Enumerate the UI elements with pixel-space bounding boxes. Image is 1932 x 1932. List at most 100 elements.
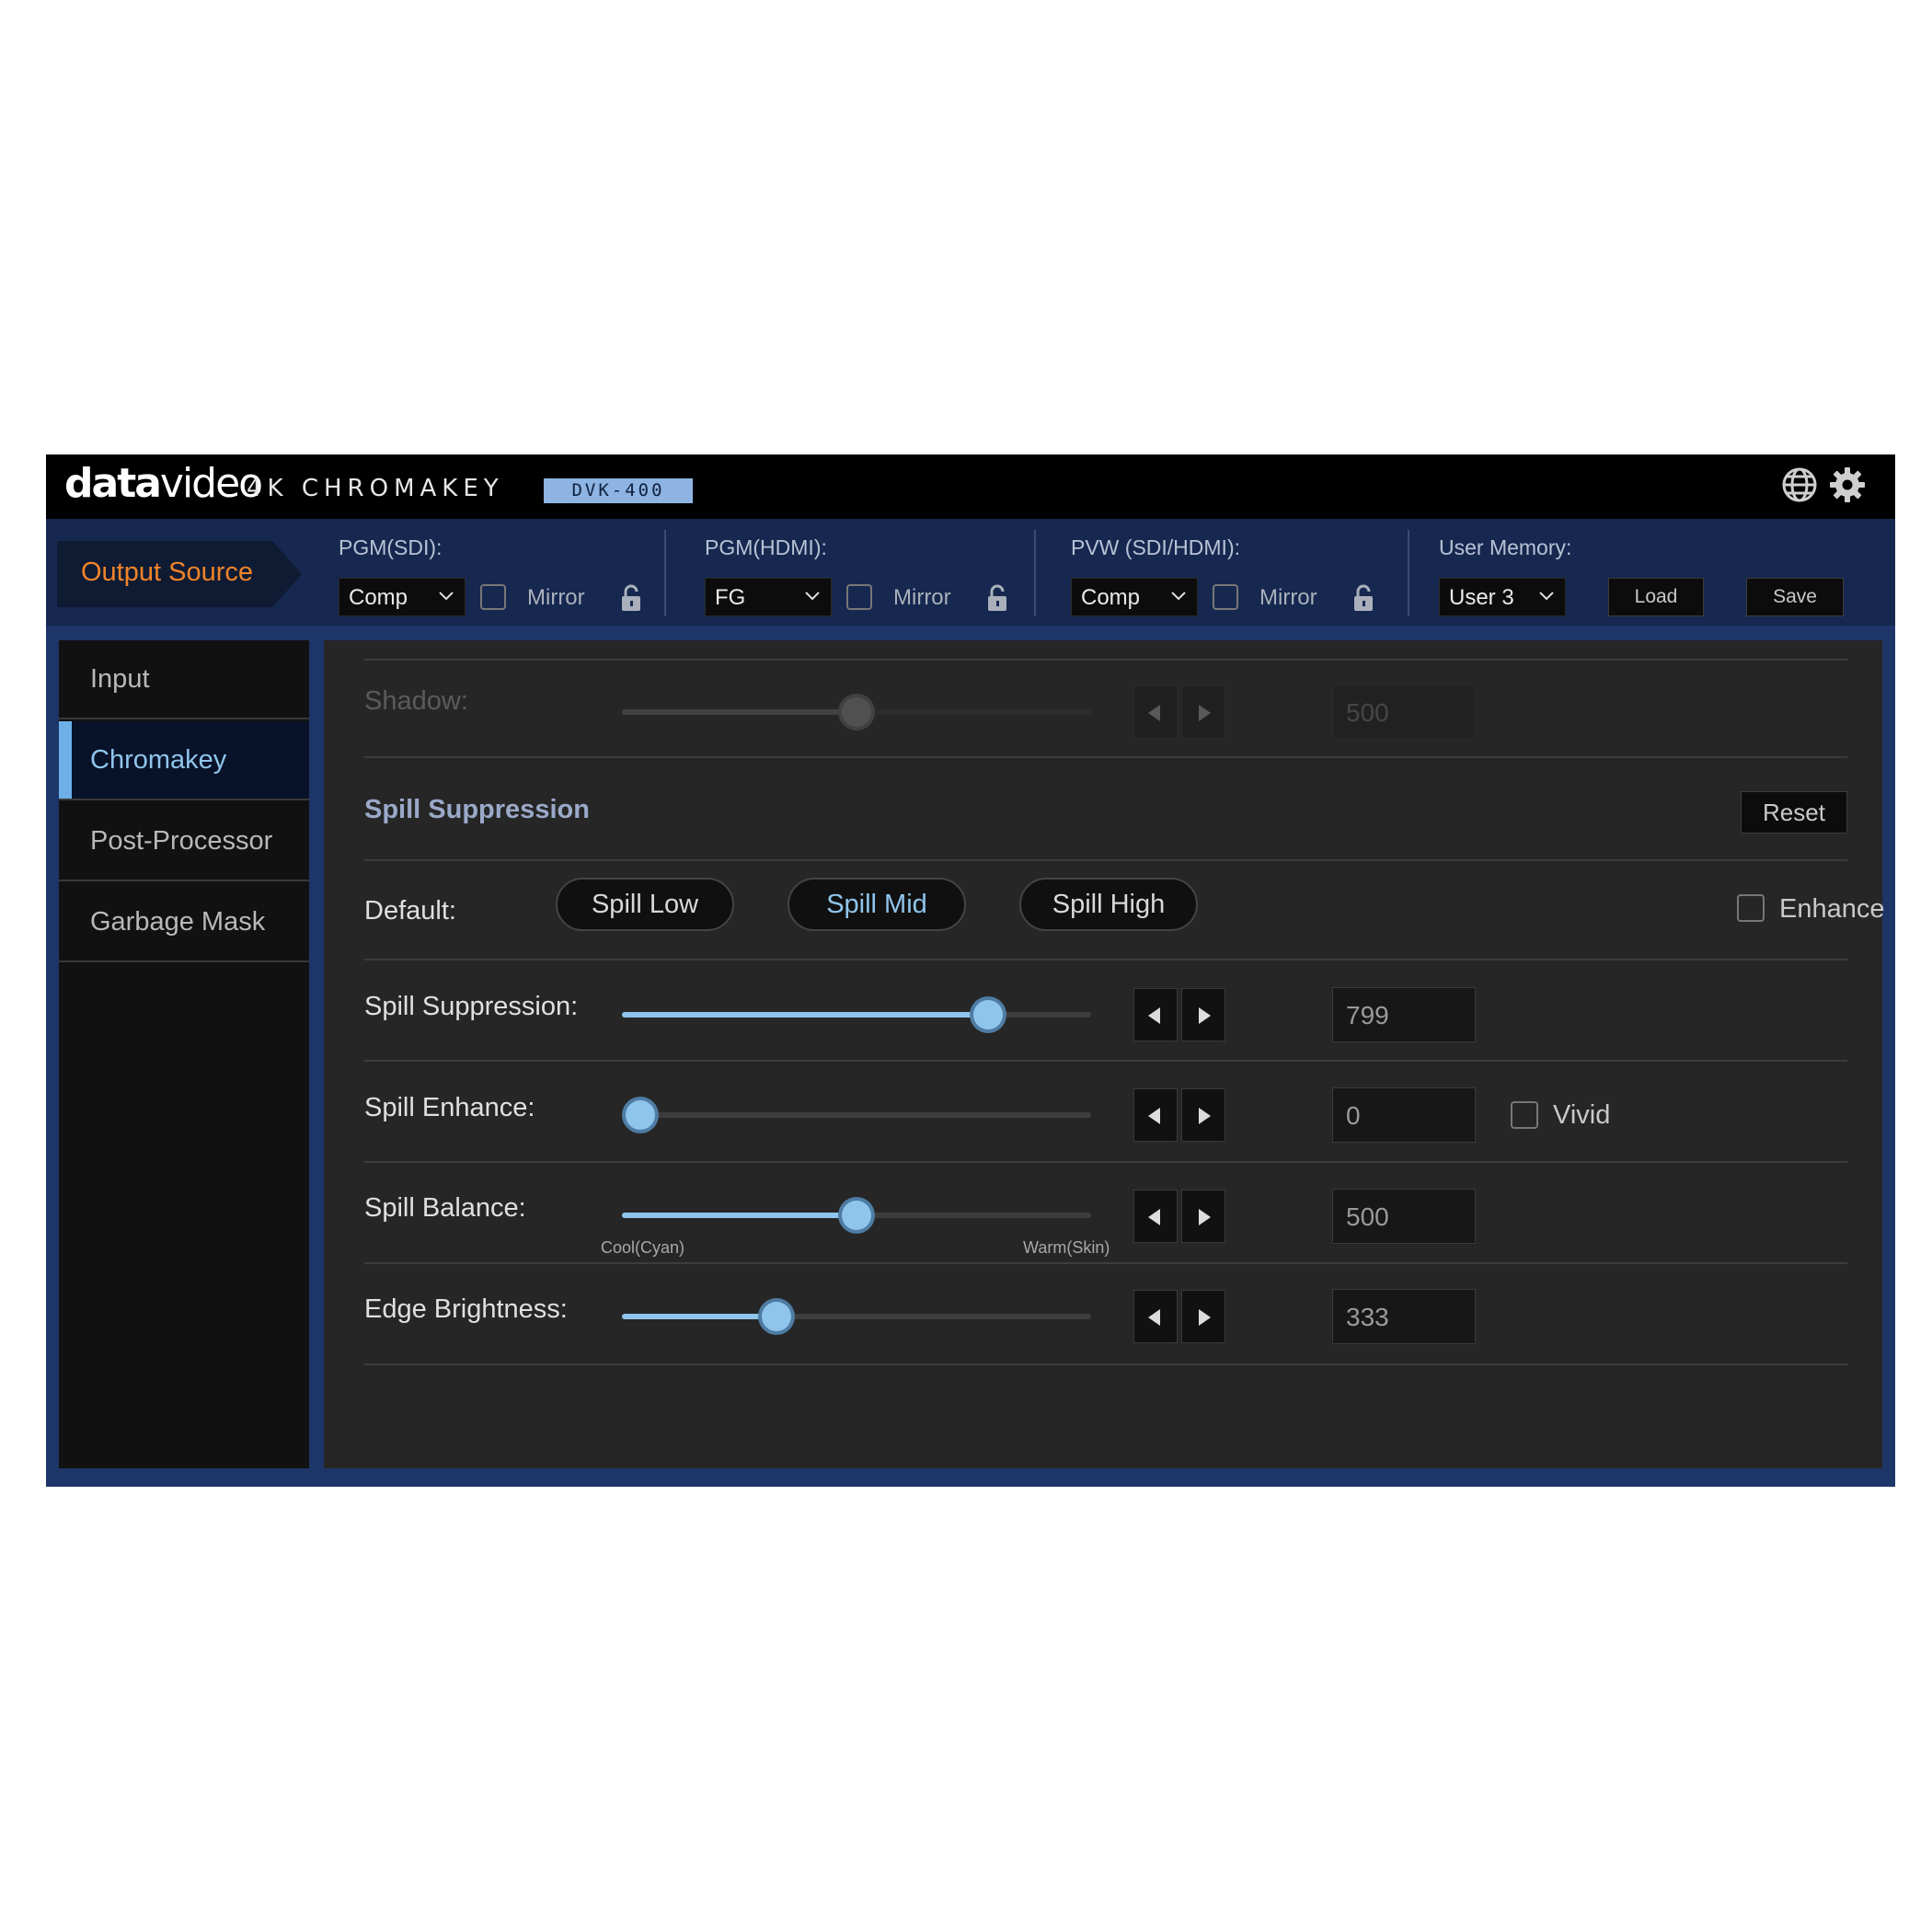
pgm-sdi-mirror-label: Mirror <box>527 585 585 610</box>
divider <box>364 959 1847 960</box>
divider <box>364 1363 1847 1365</box>
spill-high-button[interactable]: Spill High <box>1019 878 1198 931</box>
slider-thumb[interactable] <box>762 1302 792 1331</box>
chevron-down-icon <box>805 592 820 601</box>
spill-balance-value-field[interactable]: 500 <box>1332 1189 1476 1244</box>
divider <box>364 1060 1847 1062</box>
load-button[interactable]: Load <box>1608 578 1704 616</box>
divider <box>364 1262 1847 1264</box>
spill-balance-decrease-button[interactable] <box>1133 1190 1178 1243</box>
enhance-checkbox[interactable] <box>1737 894 1765 922</box>
output-source-bar: Output Source PGM(SDI): Comp Mirror PGM(… <box>46 519 1895 626</box>
slider-thumb[interactable] <box>842 697 871 727</box>
top-bar: datavideo 4K CHROMAKEY DVK-400 <box>46 454 1895 519</box>
spill-enhance-value-field[interactable]: 0 <box>1332 1087 1476 1143</box>
arrow-right-icon <box>1199 1108 1211 1124</box>
pvw-mirror-checkbox[interactable] <box>1213 584 1238 610</box>
divider <box>364 659 1847 661</box>
spill-balance-max-label: Warm(Skin) <box>1023 1238 1110 1257</box>
spill-suppression-slider[interactable] <box>622 1000 1091 1029</box>
group-divider <box>1408 530 1409 616</box>
pgm-hdmi-mirror-checkbox[interactable] <box>846 584 872 610</box>
slider-thumb[interactable] <box>972 1000 1003 1029</box>
spill-enhance-label: Spill Enhance: <box>364 1093 535 1122</box>
brand-logo: datavideo <box>64 460 263 507</box>
spill-balance-increase-button[interactable] <box>1181 1190 1225 1243</box>
pgm-hdmi-select[interactable]: FG <box>705 578 832 616</box>
pvw-select[interactable]: Comp <box>1071 578 1198 616</box>
lock-icon[interactable] <box>1352 583 1374 613</box>
sidebar-item-chromakey[interactable]: Chromakey <box>59 721 309 800</box>
enhance-label: Enhance <box>1779 894 1885 924</box>
arrow-left-icon <box>1148 705 1160 721</box>
chevron-down-icon <box>1171 592 1186 601</box>
arrow-left-icon <box>1148 1209 1160 1225</box>
edge-brightness-value-field[interactable]: 333 <box>1332 1289 1476 1344</box>
spill-suppression-increase-button[interactable] <box>1181 988 1225 1041</box>
reset-button[interactable]: Reset <box>1741 791 1847 834</box>
divider <box>364 756 1847 758</box>
shadow-increase-button[interactable] <box>1181 685 1225 739</box>
spill-enhance-increase-button[interactable] <box>1181 1088 1225 1142</box>
arrow-right-icon <box>1199 1209 1211 1225</box>
sidebar-item-garbage-mask[interactable]: Garbage Mask <box>59 883 309 962</box>
pgm-sdi-label: PGM(SDI): <box>339 535 443 559</box>
spill-balance-slider[interactable] <box>622 1201 1091 1230</box>
spill-balance-min-label: Cool(Cyan) <box>601 1238 685 1257</box>
divider <box>364 859 1847 861</box>
chevron-down-icon <box>1539 592 1554 601</box>
vivid-checkbox[interactable] <box>1511 1101 1538 1129</box>
group-divider <box>1034 530 1036 616</box>
pvw-label: PVW (SDI/HDMI): <box>1071 535 1240 559</box>
gear-icon[interactable] <box>1829 466 1866 503</box>
chromakey-app: datavideo 4K CHROMAKEY DVK-400 Output So… <box>46 454 1895 1487</box>
user-memory-label: User Memory: <box>1439 535 1572 559</box>
product-title: 4K CHROMAKEY <box>247 475 504 502</box>
spill-suppression-value-field[interactable]: 799 <box>1332 987 1476 1042</box>
shadow-slider[interactable] <box>622 697 1091 727</box>
arrow-left-icon <box>1148 1007 1160 1024</box>
section-title: Spill Suppression <box>364 795 590 824</box>
chromakey-panel: Shadow: 500 Spill Suppression Reset Defa… <box>324 640 1885 1468</box>
arrow-left-icon <box>1148 1309 1160 1326</box>
output-source-tab[interactable]: Output Source <box>57 541 302 607</box>
slider-thumb[interactable] <box>626 1100 655 1130</box>
pgm-hdmi-label: PGM(HDMI): <box>705 535 827 559</box>
edge-brightness-slider[interactable] <box>622 1302 1091 1331</box>
shadow-label: Shadow: <box>364 686 468 716</box>
shadow-decrease-button[interactable] <box>1133 685 1178 739</box>
spill-mid-button[interactable]: Spill Mid <box>788 878 966 931</box>
pgm-sdi-select[interactable]: Comp <box>339 578 466 616</box>
slider-thumb[interactable] <box>842 1201 871 1230</box>
arrow-right-icon <box>1199 1309 1211 1326</box>
arrow-right-icon <box>1199 1007 1211 1024</box>
sidebar-item-input[interactable]: Input <box>59 640 309 719</box>
spill-balance-label: Spill Balance: <box>364 1193 526 1223</box>
shadow-value-field[interactable]: 500 <box>1332 684 1476 740</box>
slider-fill <box>622 1314 777 1319</box>
save-button[interactable]: Save <box>1746 578 1844 616</box>
group-divider <box>664 530 666 616</box>
sidebar: Input Chromakey Post-Processor Garbage M… <box>59 640 309 1468</box>
sidebar-item-post-processor[interactable]: Post-Processor <box>59 802 309 881</box>
pgm-sdi-mirror-checkbox[interactable] <box>480 584 506 610</box>
globe-icon[interactable] <box>1781 466 1818 503</box>
lock-icon[interactable] <box>620 583 642 613</box>
edge-brightness-increase-button[interactable] <box>1181 1290 1225 1343</box>
arrow-left-icon <box>1148 1108 1160 1124</box>
divider <box>364 1161 1847 1163</box>
user-memory-select[interactable]: User 3 <box>1439 578 1566 616</box>
model-badge: DVK-400 <box>544 478 693 503</box>
pgm-hdmi-mirror-label: Mirror <box>893 585 951 610</box>
vivid-label: Vivid <box>1553 1100 1611 1130</box>
spill-suppression-label: Spill Suppression: <box>364 992 579 1021</box>
edge-brightness-decrease-button[interactable] <box>1133 1290 1178 1343</box>
lock-icon[interactable] <box>986 583 1008 613</box>
slider-fill <box>622 1213 857 1218</box>
spill-enhance-decrease-button[interactable] <box>1133 1088 1178 1142</box>
spill-low-button[interactable]: Spill Low <box>556 878 734 931</box>
spill-suppression-decrease-button[interactable] <box>1133 988 1178 1041</box>
chevron-down-icon <box>439 592 454 601</box>
spill-enhance-slider[interactable] <box>622 1100 1091 1130</box>
arrow-right-icon <box>1199 705 1211 721</box>
